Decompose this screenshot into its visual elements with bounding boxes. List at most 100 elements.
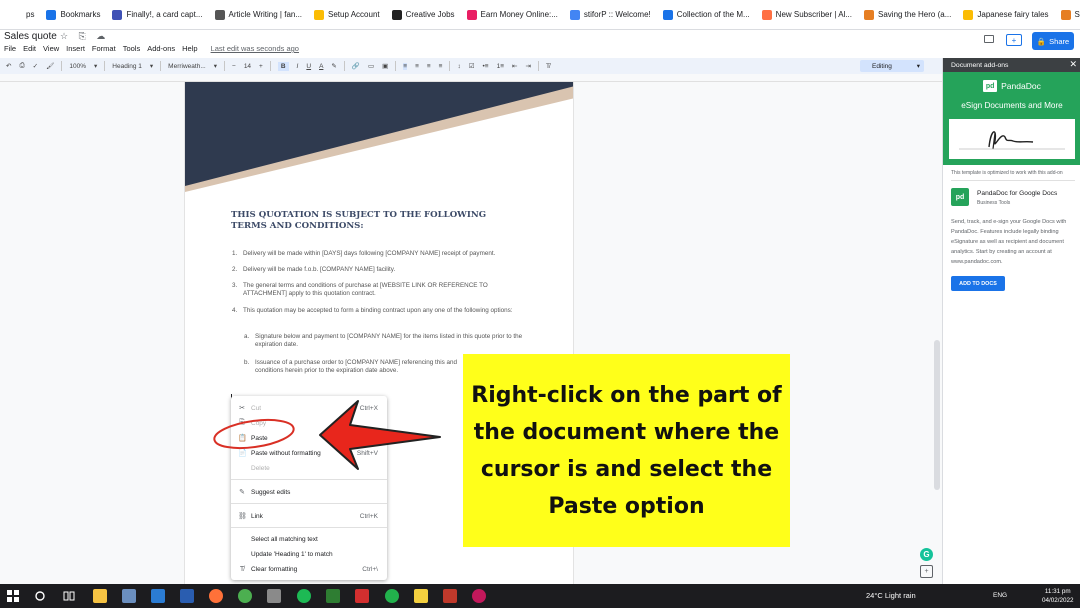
- print-icon[interactable]: ⎙: [19, 62, 24, 70]
- app-category: Business Tools: [977, 200, 1011, 206]
- comment-history-icon[interactable]: [984, 35, 994, 43]
- font-size-increase-icon[interactable]: +: [259, 63, 263, 70]
- sticky-notes-icon[interactable]: [414, 589, 428, 603]
- share-button[interactable]: 🔒 Share: [1032, 32, 1074, 50]
- toolbar-divider: [395, 61, 397, 71]
- menu-item-clear-formatting[interactable]: T̸ Clear formatting Ctrl+\: [231, 562, 387, 576]
- numbered-list-icon[interactable]: 1≡: [497, 63, 504, 70]
- style-chevron-icon[interactable]: ▾: [150, 62, 153, 70]
- menu-item-select-all-matching[interactable]: Select all matching text: [231, 532, 387, 546]
- language-indicator[interactable]: ENG: [993, 592, 1007, 599]
- bookmark-item[interactable]: Creative Jobs: [391, 9, 455, 20]
- menu-view[interactable]: View: [43, 44, 59, 53]
- list-text: Signature below and payment to [COMPANY …: [255, 333, 523, 348]
- clear-formatting-icon[interactable]: T̸: [546, 63, 550, 70]
- menu-edit[interactable]: Edit: [23, 44, 36, 53]
- app-red-icon[interactable]: [355, 589, 369, 603]
- search-icon[interactable]: [33, 589, 47, 603]
- font-size-decrease-icon[interactable]: −: [232, 63, 236, 70]
- app-dark-red-icon[interactable]: [443, 589, 457, 603]
- bold-icon[interactable]: B: [277, 61, 289, 71]
- word-icon[interactable]: [180, 589, 194, 603]
- align-right-icon[interactable]: ≡: [427, 63, 431, 70]
- list-number: 3.: [232, 282, 238, 289]
- menu-item-label: Update 'Heading 1' to match: [251, 550, 333, 558]
- underline-icon[interactable]: U: [306, 63, 311, 70]
- excel-icon[interactable]: [326, 589, 340, 603]
- task-view-icon[interactable]: [62, 589, 76, 603]
- document-title[interactable]: Sales quote: [4, 31, 57, 42]
- font-select[interactable]: Merriweath...: [168, 63, 206, 70]
- checklist-icon[interactable]: ☑: [469, 62, 475, 70]
- bookmark-item[interactable]: New Subscriber | Al...: [761, 9, 852, 20]
- align-justify-icon[interactable]: ≡: [439, 63, 443, 70]
- menu-item-update-heading[interactable]: Update 'Heading 1' to match: [231, 547, 387, 561]
- bookmark-item[interactable]: Earn Money Online:...: [466, 9, 558, 20]
- spellcheck-icon[interactable]: ✓: [33, 62, 38, 70]
- vertical-scrollbar[interactable]: [934, 340, 940, 490]
- calculator-icon[interactable]: [122, 589, 136, 603]
- explore-icon[interactable]: +: [920, 565, 933, 578]
- bookmark-item[interactable]: Setup Account: [314, 9, 380, 20]
- bookmark-item[interactable]: Collection of the M...: [662, 9, 750, 20]
- bookmark-item[interactable]: ps: [12, 9, 34, 20]
- font-size-input[interactable]: 14: [244, 63, 251, 70]
- paint-format-icon[interactable]: 🖌: [46, 62, 54, 70]
- editing-mode-select[interactable]: Editing ▾: [860, 60, 924, 72]
- file-explorer-icon[interactable]: [93, 589, 107, 603]
- text-color-icon[interactable]: A: [319, 63, 323, 70]
- undo-icon[interactable]: ↶: [6, 62, 11, 70]
- star-move-cloud-icons[interactable]: ☆ ⎘ ☁: [60, 31, 109, 42]
- spotify-icon[interactable]: [297, 589, 311, 603]
- add-comment-icon[interactable]: ▭: [368, 62, 374, 70]
- photos-icon[interactable]: [267, 589, 281, 603]
- bookmark-item[interactable]: Article Writing | fan...: [214, 9, 302, 20]
- last-edit-link[interactable]: Last edit was seconds ago: [211, 44, 299, 53]
- windows-start-icon[interactable]: [6, 589, 20, 603]
- zoom-select[interactable]: 100%: [69, 63, 86, 70]
- bookmark-item[interactable]: Finally!, a card capt...: [112, 9, 203, 20]
- line-icon[interactable]: [385, 589, 399, 603]
- bookmark-favicon-icon: [662, 9, 673, 20]
- firefox-icon[interactable]: [209, 589, 223, 603]
- menu-item-suggest-edits[interactable]: ✎ Suggest edits: [231, 485, 387, 499]
- bookmark-item[interactable]: Saving the Hero (a...: [864, 9, 951, 20]
- zoom-chevron-icon[interactable]: ▾: [94, 62, 97, 70]
- decrease-indent-icon[interactable]: ⇤: [512, 62, 517, 70]
- line-spacing-icon[interactable]: ↕: [457, 63, 460, 70]
- menu-help[interactable]: Help: [182, 44, 197, 53]
- align-center-icon[interactable]: ≡: [415, 63, 419, 70]
- clock[interactable]: 11:31 pm 04/02/2022: [1042, 587, 1074, 605]
- increase-indent-icon[interactable]: ⇥: [525, 62, 530, 70]
- bookmark-item[interactable]: stiforP :: Welcome!: [569, 9, 651, 20]
- app-pink-icon[interactable]: [472, 589, 486, 603]
- grammarly-icon[interactable]: G: [920, 548, 933, 561]
- insert-image-icon[interactable]: ▣: [382, 62, 388, 70]
- insert-link-icon[interactable]: 🔗: [352, 62, 360, 70]
- bookmark-item[interactable]: Japanese fairy tales: [963, 9, 1049, 20]
- close-icon[interactable]: ✕: [1069, 59, 1077, 70]
- font-chevron-icon[interactable]: ▾: [214, 62, 217, 70]
- mail-icon[interactable]: [151, 589, 165, 603]
- meet-icon[interactable]: +: [1006, 34, 1022, 46]
- menu-tools[interactable]: Tools: [123, 44, 141, 53]
- menu-insert[interactable]: Insert: [66, 44, 85, 53]
- bookmark-label: Creative Jobs: [405, 10, 455, 19]
- weather-widget[interactable]: 24°C Light rain: [866, 591, 916, 600]
- bookmark-item[interactable]: Bookmarks: [46, 9, 100, 20]
- bookmark-item[interactable]: Saving the Hero (a...: [1060, 9, 1080, 20]
- ruler[interactable]: [0, 74, 942, 82]
- add-to-docs-button[interactable]: ADD TO DOCS: [951, 276, 1005, 291]
- menu-file[interactable]: File: [4, 44, 16, 53]
- highlight-icon[interactable]: ✎: [331, 62, 336, 70]
- bookmark-favicon-icon: [214, 9, 225, 20]
- bulleted-list-icon[interactable]: •≡: [483, 63, 489, 70]
- menu-addons[interactable]: Add-ons: [147, 44, 175, 53]
- menu-format[interactable]: Format: [92, 44, 116, 53]
- menu-item-link[interactable]: ⛓ Link Ctrl+K: [231, 509, 387, 523]
- italic-icon[interactable]: I: [297, 63, 299, 70]
- align-left-icon[interactable]: ≡: [403, 62, 408, 70]
- bookmarks-bar: ps Bookmarks Finally!, a card capt... Artic…: [0, 0, 1080, 30]
- chrome-icon[interactable]: [238, 589, 252, 603]
- style-select[interactable]: Heading 1: [112, 63, 142, 70]
